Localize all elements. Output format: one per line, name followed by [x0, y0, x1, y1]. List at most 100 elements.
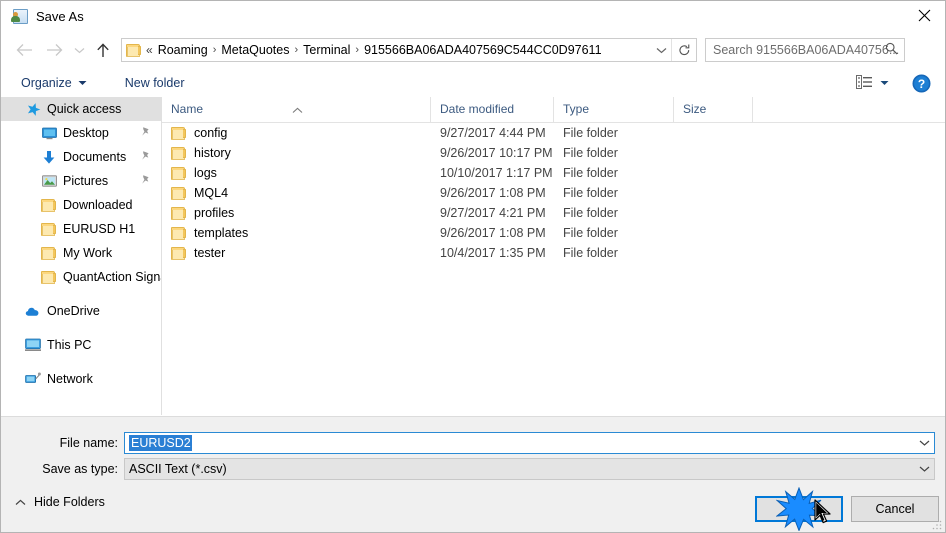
- column-header-type[interactable]: Type: [554, 97, 674, 122]
- column-header-size[interactable]: Size: [674, 97, 753, 122]
- dialog-footer: Hide Folders Save Cancel: [1, 488, 945, 532]
- back-button[interactable]: [9, 35, 39, 65]
- file-name: logs: [194, 166, 217, 180]
- breadcrumb-overflow[interactable]: «: [144, 39, 155, 61]
- column-header-name[interactable]: Name: [162, 97, 431, 122]
- command-bar-right: ?: [853, 69, 945, 97]
- breadcrumb-separator[interactable]: ›: [353, 39, 361, 61]
- up-arrow-icon: [97, 42, 109, 57]
- folder-icon: [171, 246, 187, 260]
- table-row[interactable]: logs 10/10/2017 1:17 PM File folder: [162, 163, 945, 183]
- table-row[interactable]: config 9/27/2017 4:44 PM File folder: [162, 123, 945, 143]
- chevron-down-icon: [656, 47, 666, 53]
- help-button[interactable]: ?: [912, 74, 931, 93]
- cancel-button[interactable]: Cancel: [851, 496, 939, 522]
- file-type: File folder: [563, 186, 618, 200]
- sidebar-item-quick-access[interactable]: Quick access: [1, 97, 161, 121]
- breadcrumb-separator[interactable]: ›: [211, 39, 219, 61]
- close-icon: [918, 9, 930, 22]
- hide-folders-label: Hide Folders: [34, 495, 105, 509]
- new-folder-label: New folder: [124, 76, 185, 90]
- chevron-down-icon: [880, 80, 889, 86]
- file-type: File folder: [563, 226, 618, 240]
- save-as-type-row: Save as type: ASCII Text (*.csv): [1, 458, 945, 480]
- save-button[interactable]: Save: [755, 496, 843, 522]
- column-headers: Name Date modified Type Size: [162, 97, 945, 123]
- sidebar-item-downloaded[interactable]: Downloaded: [1, 193, 161, 217]
- forward-arrow-icon: [46, 44, 62, 56]
- file-name-label: File name:: [59, 436, 118, 450]
- folder-icon: [171, 126, 187, 140]
- star-icon: [25, 101, 41, 117]
- breadcrumb-separator[interactable]: ›: [292, 39, 300, 61]
- sidebar-item-label: Quick access: [47, 102, 122, 116]
- table-row[interactable]: MQL4 9/26/2017 1:08 PM File folder: [162, 183, 945, 203]
- sidebar-item-documents[interactable]: Documents: [1, 145, 161, 169]
- sidebar-item-my-work[interactable]: My Work: [1, 241, 161, 265]
- view-layout-icon: [856, 74, 873, 92]
- column-header-label: Type: [563, 102, 590, 116]
- search-icon: [885, 42, 898, 58]
- breadcrumb-item-metaquotes[interactable]: MetaQuotes: [218, 39, 292, 61]
- pictures-icon: [41, 173, 57, 189]
- table-row[interactable]: history 9/26/2017 10:17 PM File folder: [162, 143, 945, 163]
- file-name-input[interactable]: EURUSD2: [124, 432, 935, 454]
- file-type: File folder: [563, 146, 618, 160]
- table-row[interactable]: templates 9/26/2017 1:08 PM File folder: [162, 223, 945, 243]
- organize-button[interactable]: Organize: [15, 72, 93, 94]
- recent-locations-button[interactable]: [69, 35, 89, 65]
- sidebar-item-label: Network: [47, 372, 93, 386]
- save-as-dialog: Save As « Roaming › MetaQuotes › Termina…: [0, 0, 946, 533]
- sidebar-item-network[interactable]: Network: [1, 367, 161, 391]
- navigation-sidebar[interactable]: Quick access Desktop Documents Pictures …: [1, 97, 162, 415]
- sidebar-item-desktop[interactable]: Desktop: [1, 121, 161, 145]
- column-header-label: Name: [171, 102, 204, 116]
- table-row[interactable]: profiles 9/27/2017 4:21 PM File folder: [162, 203, 945, 223]
- file-date: 9/27/2017 4:21 PM: [440, 206, 546, 220]
- refresh-button[interactable]: [671, 39, 696, 61]
- dialog-content: Quick access Desktop Documents Pictures …: [1, 97, 945, 415]
- sidebar-item-quantaction-signal[interactable]: QuantAction Signal: [1, 265, 161, 289]
- breadcrumb-item-terminal-id[interactable]: 915566BA06ADA407569C544CC0D97611: [361, 39, 604, 61]
- file-rows: config 9/27/2017 4:44 PM File folder his…: [162, 123, 945, 263]
- folder-icon: [126, 43, 142, 57]
- search-box[interactable]: Search 915566BA06ADA40756...: [705, 38, 905, 62]
- hide-folders-button[interactable]: Hide Folders: [15, 490, 105, 514]
- this-pc-icon: [25, 337, 41, 353]
- sidebar-item-this-pc[interactable]: This PC: [1, 333, 161, 357]
- network-icon: [25, 371, 41, 387]
- pin-icon: [140, 174, 151, 188]
- file-type: File folder: [563, 246, 618, 260]
- table-row[interactable]: tester 10/4/2017 1:35 PM File folder: [162, 243, 945, 263]
- chevron-down-icon[interactable]: [919, 466, 930, 473]
- search-input[interactable]: Search 915566BA06ADA40756...: [713, 43, 899, 57]
- file-date: 9/27/2017 4:44 PM: [440, 126, 546, 140]
- forward-button[interactable]: [39, 35, 69, 65]
- address-dropdown-button[interactable]: [652, 39, 670, 61]
- breadcrumb-item-terminal[interactable]: Terminal: [300, 39, 353, 61]
- navigation-bar: « Roaming › MetaQuotes › Terminal › 9155…: [1, 31, 945, 69]
- file-date: 10/10/2017 1:17 PM: [440, 166, 553, 180]
- file-list-pane: Name Date modified Type Size config 9/27…: [162, 97, 945, 415]
- change-view-button[interactable]: [853, 72, 892, 94]
- sidebar-item-onedrive[interactable]: OneDrive: [1, 299, 161, 323]
- new-folder-button[interactable]: New folder: [119, 72, 191, 94]
- close-button[interactable]: [901, 1, 945, 30]
- sidebar-item-label: Desktop: [63, 126, 109, 140]
- up-button[interactable]: [89, 35, 117, 65]
- sidebar-item-eurusd-h1[interactable]: EURUSD H1: [1, 217, 161, 241]
- documents-download-icon: [41, 149, 57, 165]
- column-header-date-modified[interactable]: Date modified: [431, 97, 554, 122]
- sidebar-item-pictures[interactable]: Pictures: [1, 169, 161, 193]
- chevron-down-icon[interactable]: [919, 440, 930, 447]
- breadcrumb-item-roaming[interactable]: Roaming: [155, 39, 211, 61]
- file-date: 9/26/2017 10:17 PM: [440, 146, 553, 160]
- save-as-type-select[interactable]: ASCII Text (*.csv): [124, 458, 935, 480]
- folder-icon: [171, 186, 187, 200]
- title-bar: Save As: [1, 1, 945, 31]
- address-bar[interactable]: « Roaming › MetaQuotes › Terminal › 9155…: [121, 38, 697, 62]
- folder-icon: [171, 166, 187, 180]
